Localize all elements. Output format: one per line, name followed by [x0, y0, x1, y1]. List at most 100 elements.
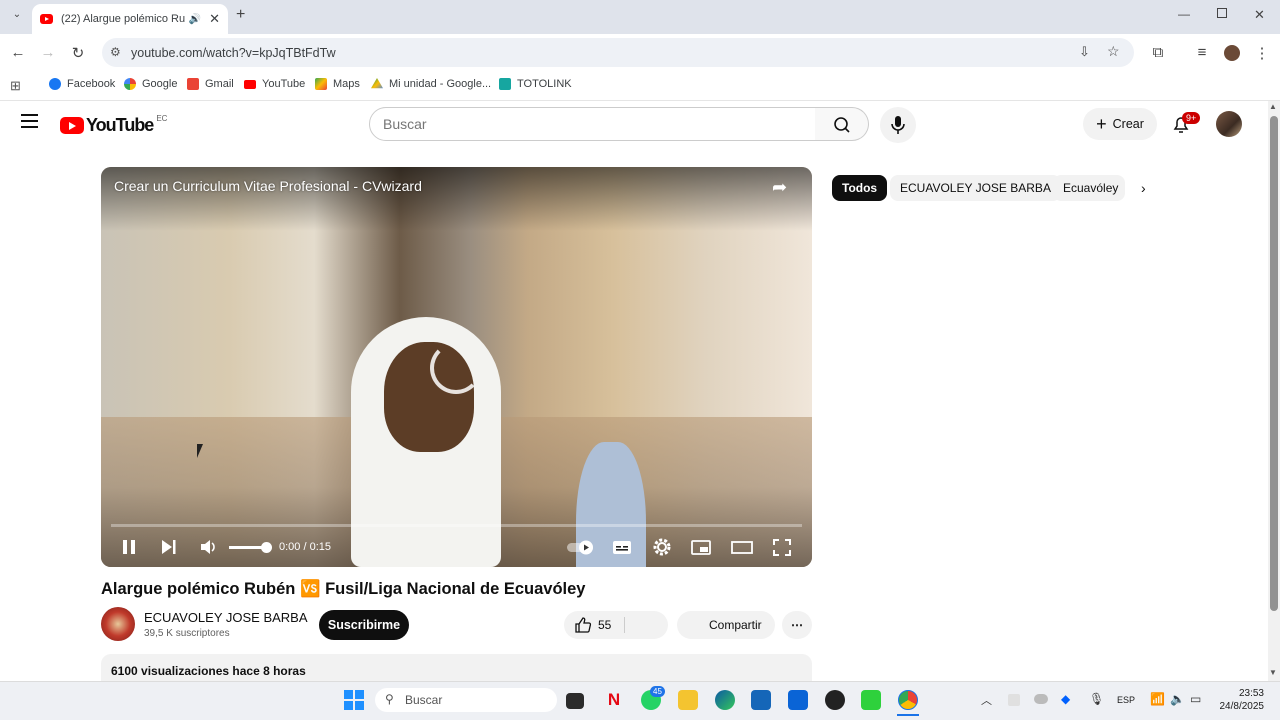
store-icon[interactable] [751, 690, 771, 710]
task-view-icon[interactable] [566, 693, 584, 709]
bookmark-gmail[interactable]: Gmail [187, 78, 234, 90]
maps-icon [315, 78, 327, 90]
voice-search-button[interactable] [880, 107, 916, 143]
youtube-icon [244, 79, 256, 89]
close-tab-icon[interactable]: ✕ [209, 11, 220, 27]
language-indicator[interactable]: ESP [1117, 695, 1135, 705]
speaker-tray-icon[interactable]: 🔈 [1170, 692, 1185, 706]
apps-grid-icon[interactable]: ⊞ [10, 78, 21, 94]
volume-knob[interactable] [261, 542, 272, 553]
chip-channel[interactable]: ECUAVOLEY JOSE BARBA [890, 175, 1061, 201]
create-button[interactable]: + Crear [1083, 108, 1157, 140]
tray-overflow-icon[interactable]: ︿ [981, 692, 992, 708]
profile-avatar[interactable] [1224, 45, 1240, 61]
netflix-icon[interactable]: N [604, 690, 624, 710]
dropbox-icon[interactable]: ◆ [1061, 692, 1070, 706]
like-button[interactable]: 55 [574, 616, 611, 634]
outlook-icon[interactable] [788, 690, 808, 710]
bookmark-label: Maps [333, 78, 360, 90]
taskbar-clock[interactable]: 23:53 24/8/2025 [1214, 687, 1265, 713]
restore-icon[interactable] [1217, 8, 1227, 18]
bookmark-totolink[interactable]: TOTOLINK [499, 78, 572, 90]
microphone-tray-icon[interactable]: 🎙 [1089, 692, 1104, 706]
chrome-menu-icon[interactable]: ⋮ [1250, 34, 1274, 71]
forward-icon[interactable]: → [36, 34, 60, 71]
back-icon[interactable]: ← [6, 34, 30, 71]
tab-search-icon[interactable]: ⌄ [8, 9, 26, 27]
mute-button[interactable] [199, 536, 219, 565]
settings-button[interactable] [652, 536, 672, 565]
file-explorer-icon[interactable] [678, 690, 698, 710]
bookmark-label: TOTOLINK [517, 78, 572, 90]
progress-bar[interactable] [111, 524, 802, 527]
share-button[interactable]: Compartir [677, 611, 775, 639]
scrollbar-thumb[interactable] [1270, 116, 1278, 611]
bookmark-facebook[interactable]: Facebook [49, 78, 115, 90]
wifi-icon[interactable]: 📶 [1150, 692, 1165, 706]
share-arrow-icon[interactable]: ➦ [772, 177, 787, 198]
scroll-up-icon[interactable]: ▲ [1269, 102, 1277, 111]
search-button[interactable] [815, 107, 869, 141]
reload-icon[interactable]: ↻ [66, 34, 90, 71]
bookmark-drive[interactable]: Mi unidad - Google... [371, 78, 491, 90]
tab-title: (22) Alargue polémico Rubén [61, 13, 185, 25]
chip-todos[interactable]: Todos [832, 175, 888, 201]
like-divider [624, 617, 625, 633]
bookmark-youtube[interactable]: YouTube [244, 78, 305, 90]
new-tab-icon[interactable]: + [236, 6, 245, 24]
share-label: Compartir [709, 618, 762, 632]
subtitles-button[interactable] [612, 536, 632, 565]
dislike-button[interactable] [636, 616, 656, 634]
browser-tab[interactable]: (22) Alargue polémico Rubén 🔊 ✕ [32, 4, 228, 34]
volume-icon [201, 540, 215, 554]
subscribe-button[interactable]: Suscribirme [319, 610, 409, 640]
fullscreen-icon [773, 539, 791, 556]
battery-icon[interactable]: ▭ [1190, 692, 1201, 706]
fullscreen-button[interactable] [772, 536, 792, 565]
drive-icon [371, 78, 383, 89]
pause-button[interactable] [121, 536, 137, 565]
loading-spinner-icon [430, 342, 482, 394]
miniplayer-icon [691, 540, 711, 555]
minimize-icon[interactable]: — [1178, 7, 1190, 21]
taskbar-search[interactable]: ⚲ Buscar [375, 688, 557, 712]
app-icon[interactable] [825, 690, 845, 710]
clock-date: 24/8/2025 [1219, 701, 1265, 712]
next-button[interactable] [160, 536, 178, 565]
chip-ecuavoley[interactable]: Ecuavóley [1053, 175, 1125, 201]
ad-overlay-title[interactable]: Crear un Curriculum Vitae Profesional - … [114, 178, 422, 194]
account-avatar[interactable] [1216, 111, 1242, 137]
bookmark-maps[interactable]: Maps [315, 78, 360, 90]
bookmark-label: Facebook [67, 78, 116, 90]
edge-icon[interactable] [715, 690, 735, 710]
video-player[interactable]: Crear un Curriculum Vitae Profesional - … [101, 167, 812, 567]
media-control-icon[interactable]: ≡ [1190, 34, 1214, 71]
extensions-icon[interactable]: ⧉ [1146, 34, 1170, 71]
scroll-down-icon[interactable]: ▼ [1269, 668, 1277, 677]
youtube-logo-text: YouTube [86, 115, 154, 135]
bookmark-star-icon[interactable]: ☆ [1107, 43, 1120, 60]
youtube-logo[interactable]: YouTube EC [60, 114, 167, 136]
guide-menu-icon[interactable] [21, 114, 38, 128]
autoplay-toggle[interactable] [566, 536, 596, 565]
install-app-icon[interactable]: ⇩ [1079, 44, 1090, 60]
chevron-right-icon[interactable]: › [1141, 180, 1146, 196]
search-input[interactable]: Buscar [369, 107, 816, 141]
more-actions-icon[interactable]: ⋯ [782, 611, 812, 639]
close-window-icon[interactable]: ✕ [1254, 7, 1265, 23]
bookmark-google[interactable]: Google [124, 78, 177, 90]
url-text: youtube.com/watch?v=kpJqTBtFdTw [131, 45, 336, 60]
onedrive-icon[interactable] [1034, 694, 1048, 704]
chrome-taskbar-icon[interactable] [898, 690, 918, 710]
site-info-icon[interactable]: ⚙ [110, 45, 121, 59]
theater-mode-button[interactable] [731, 536, 753, 565]
kaspersky-icon[interactable] [861, 690, 881, 710]
time-display: 0:00 / 0:15 [279, 541, 331, 553]
channel-name[interactable]: ECUAVOLEY JOSE BARBA [144, 610, 308, 625]
tray-app-icon[interactable] [1008, 694, 1020, 706]
windows-start-icon[interactable] [344, 690, 364, 710]
channel-avatar[interactable] [101, 607, 135, 641]
bookmarks-bar: ⊞ Facebook Google Gmail YouTube Maps Mi … [0, 71, 1280, 101]
address-bar[interactable]: ⚙ youtube.com/watch?v=kpJqTBtFdTw ⇩ ☆ [102, 38, 1134, 67]
miniplayer-button[interactable] [691, 536, 711, 565]
